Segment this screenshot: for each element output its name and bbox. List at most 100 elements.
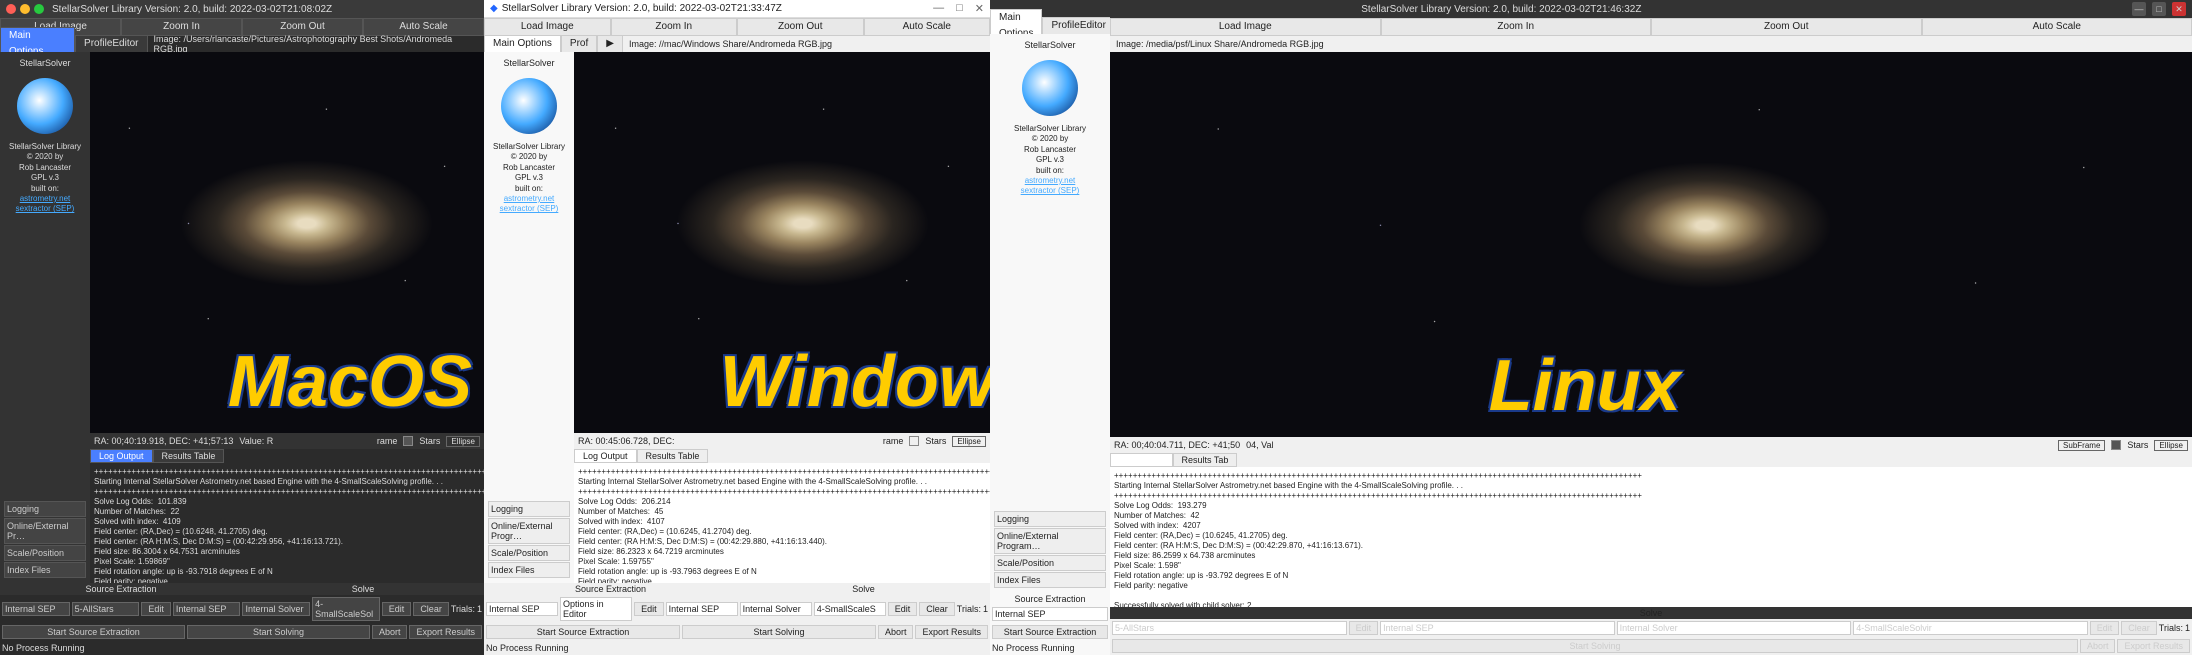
edit-ext-button[interactable]: Edit	[141, 602, 171, 616]
combo-solve-profile[interactable]: 4-SmallScaleS	[814, 602, 886, 616]
sidebar-external[interactable]: Online/External Program…	[994, 528, 1106, 554]
link-astrometry[interactable]: astrometry.net	[1025, 176, 1076, 185]
ellipse-chip[interactable]: Ellipse	[2154, 440, 2188, 451]
zoom-in-button[interactable]: Zoom In	[611, 18, 738, 36]
maximize-icon[interactable]: □	[956, 2, 963, 15]
tab-results-table[interactable]: Results Tab	[1173, 453, 1238, 467]
sidebar-scale[interactable]: Scale/Position	[994, 555, 1106, 571]
maximize-icon[interactable]	[34, 4, 44, 14]
tab-results-table[interactable]: Results Table	[637, 449, 709, 463]
export-button[interactable]: Export Results	[2117, 639, 2190, 653]
combo-solver[interactable]: Internal Solver	[740, 602, 812, 616]
image-view[interactable]: Windows	[574, 52, 990, 433]
combo-solve-ext[interactable]: Internal SEP	[173, 602, 241, 616]
edit-ext-button[interactable]: Edit	[1349, 621, 1379, 635]
start-solving-button[interactable]: Start Solving	[187, 625, 370, 639]
edit-solve-button[interactable]: Edit	[382, 602, 412, 616]
export-button[interactable]: Export Results	[409, 625, 482, 639]
link-sextractor[interactable]: sextractor (SEP)	[500, 204, 559, 213]
tab-log-output[interactable]: Log Output	[1110, 453, 1173, 467]
abort-button[interactable]: Abort	[372, 625, 408, 639]
combo-solve-profile[interactable]: 4-SmallScaleSolvir	[1853, 621, 2088, 635]
abort-button[interactable]: Abort	[878, 625, 914, 639]
export-button[interactable]: Export Results	[915, 625, 988, 639]
edit-ext-button[interactable]: Edit	[634, 602, 664, 616]
combo-solve-ext[interactable]: Internal SEP	[1380, 621, 1615, 635]
sidebar-index[interactable]: Index Files	[4, 562, 86, 578]
tab-profile-editor[interactable]: Prof	[561, 35, 597, 53]
minimize-icon[interactable]: —	[933, 2, 944, 15]
zoom-in-button[interactable]: Zoom In	[1381, 18, 1652, 36]
stars-checkbox[interactable]	[2111, 440, 2121, 450]
tab-arrow[interactable]: ▶	[597, 35, 623, 53]
link-astrometry[interactable]: astrometry.net	[504, 194, 555, 203]
edit-solve-button[interactable]: Edit	[888, 602, 918, 616]
combo-ext-method[interactable]: Internal SEP	[2, 602, 70, 616]
close-icon[interactable]: ✕	[2172, 2, 2186, 16]
sidebar-scale[interactable]: Scale/Position	[4, 545, 86, 561]
sidebar-external[interactable]: Online/External Pr…	[4, 518, 86, 544]
clear-button[interactable]: Clear	[919, 602, 955, 616]
auto-scale-button[interactable]: Auto Scale	[864, 18, 991, 36]
log-output[interactable]: ++++++++++++++++++++++++++++++++++++++++…	[1110, 467, 2192, 607]
sidebar-index[interactable]: Index Files	[994, 572, 1106, 588]
sidebar-logging[interactable]: Logging	[488, 501, 570, 517]
stars-checkbox[interactable]	[909, 436, 919, 446]
sidebar-index[interactable]: Index Files	[488, 562, 570, 578]
log-output[interactable]: ++++++++++++++++++++++++++++++++++++++++…	[574, 463, 990, 583]
ellipse-chip[interactable]: Ellipse	[952, 436, 986, 447]
log-output[interactable]: ++++++++++++++++++++++++++++++++++++++++…	[90, 463, 484, 583]
image-view[interactable]: MacOS	[90, 52, 484, 433]
tab-log-output[interactable]: Log Output	[90, 449, 153, 463]
minimize-icon[interactable]: —	[2132, 2, 2146, 16]
titlebar[interactable]: StellarSolver Library Version: 2.0, buil…	[1110, 0, 2192, 18]
clear-button[interactable]: Clear	[2121, 621, 2157, 635]
combo-solve-ext[interactable]: Internal SEP	[666, 602, 738, 616]
zoom-out-button[interactable]: Zoom Out	[737, 18, 864, 36]
tab-log-output[interactable]: Log Output	[574, 449, 637, 463]
combo-ext-profile[interactable]: 5-AllStars	[72, 602, 140, 616]
titlebar[interactable]: ◆ StellarSolver Library Version: 2.0, bu…	[484, 0, 990, 18]
tab-results-table[interactable]: Results Table	[153, 449, 225, 463]
subframe-chip[interactable]: SubFrame	[2058, 440, 2105, 451]
start-solving-button[interactable]: Start Solving	[682, 625, 876, 639]
close-icon[interactable]	[6, 4, 16, 14]
traffic-lights	[6, 4, 44, 14]
ellipse-chip[interactable]: Ellipse	[446, 436, 480, 447]
minimize-icon[interactable]	[20, 4, 30, 14]
load-image-button[interactable]: Load Image	[1110, 18, 1381, 36]
tab-main-options[interactable]: Main Options	[484, 35, 561, 53]
combo-solver[interactable]: Internal Solver	[1617, 621, 1852, 635]
start-extraction-button[interactable]: Start Source Extraction	[486, 625, 680, 639]
tab-profile-editor[interactable]: ProfileEditor	[75, 35, 147, 53]
combo-ext-profile[interactable]: 5-AllStars	[1112, 621, 1347, 635]
titlebar[interactable]: StellarSolver Library Version: 2.0, buil…	[0, 0, 484, 18]
sidebar-logging[interactable]: Logging	[4, 501, 86, 517]
edit-solve-button[interactable]: Edit	[2090, 621, 2120, 635]
sidebar-external[interactable]: Online/External Progr…	[488, 518, 570, 544]
zoom-out-button[interactable]: Zoom Out	[1651, 18, 1922, 36]
tab-profile-editor[interactable]: ProfileEditor	[1042, 17, 1114, 35]
link-astrometry[interactable]: astrometry.net	[20, 194, 71, 203]
combo-ext-method[interactable]: Internal SEP	[486, 602, 558, 616]
sidebar-scale[interactable]: Scale/Position	[488, 545, 570, 561]
start-extraction-button[interactable]: Start Source Extraction	[992, 625, 1108, 639]
start-solving-button[interactable]: Start Solving	[1112, 639, 2078, 653]
combo-ext-method[interactable]: Internal SEP	[992, 607, 1108, 621]
sidebar-logging[interactable]: Logging	[994, 511, 1106, 527]
combo-ext-profile[interactable]: Options in Editor	[560, 597, 632, 621]
window-linux: StellarSolver Library Version: 2.0, buil…	[1110, 0, 2192, 655]
maximize-icon[interactable]: □	[2152, 2, 2166, 16]
load-image-button[interactable]: Load Image	[484, 18, 611, 36]
start-extraction-button[interactable]: Start Source Extraction	[2, 625, 185, 639]
close-icon[interactable]: ✕	[975, 2, 984, 15]
link-sextractor[interactable]: sextractor (SEP)	[16, 204, 75, 213]
combo-solve-profile[interactable]: 4-SmallScaleSol	[312, 597, 380, 621]
auto-scale-button[interactable]: Auto Scale	[1922, 18, 2192, 36]
clear-button[interactable]: Clear	[413, 602, 449, 616]
link-sextractor[interactable]: sextractor (SEP)	[1021, 186, 1080, 195]
abort-button[interactable]: Abort	[2080, 639, 2116, 653]
stars-checkbox[interactable]	[403, 436, 413, 446]
image-view[interactable]: Linux	[1110, 52, 2192, 437]
combo-solver[interactable]: Internal Solver	[242, 602, 310, 616]
